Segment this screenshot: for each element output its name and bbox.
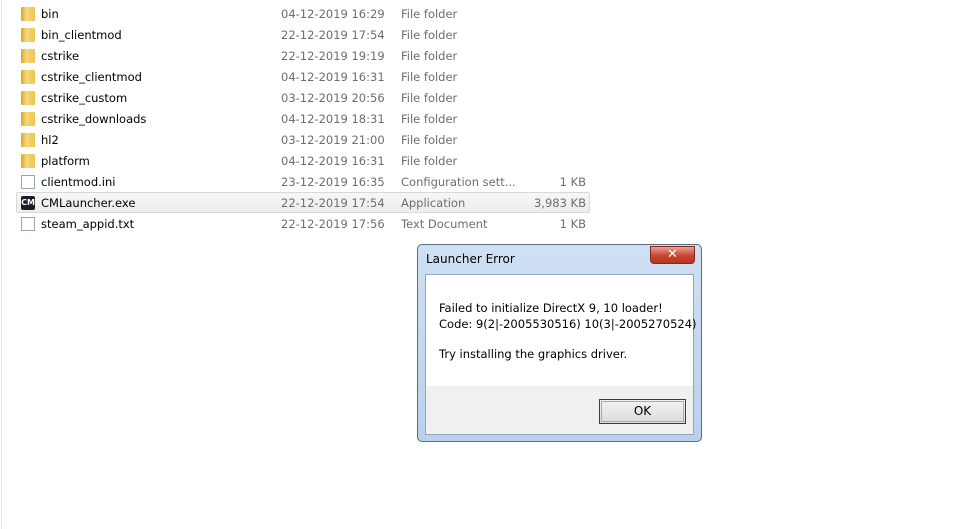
folder-icon bbox=[21, 154, 35, 168]
file-date: 03-12-2019 21:00 bbox=[281, 133, 385, 147]
file-type: File folder bbox=[401, 154, 458, 168]
file-date: 22-12-2019 17:54 bbox=[281, 28, 385, 42]
file-date: 22-12-2019 19:19 bbox=[281, 49, 385, 63]
file-name: hl2 bbox=[41, 133, 59, 147]
file-type: Text Document bbox=[401, 217, 488, 231]
file-name: bin_clientmod bbox=[41, 28, 122, 42]
file-name: cstrike bbox=[41, 49, 80, 63]
file-name: bin bbox=[41, 7, 59, 21]
file-date: 04-12-2019 16:31 bbox=[281, 70, 385, 84]
dialog-title: Launcher Error bbox=[426, 252, 515, 266]
message-area: Failed to initialize DirectX 9, 10 loade… bbox=[426, 275, 697, 386]
file-row[interactable]: cstrike_custom 03-12-2019 20:56 File folde… bbox=[16, 87, 590, 108]
folder-icon bbox=[21, 112, 35, 126]
error-message: Failed to initialize DirectX 9, 10 loade… bbox=[439, 301, 663, 315]
folder-icon bbox=[21, 7, 35, 21]
text-file-icon bbox=[21, 217, 35, 231]
file-name: cstrike_clientmod bbox=[41, 70, 142, 84]
error-hint: Try installing the graphics driver. bbox=[439, 347, 628, 361]
file-size: 1 KB bbox=[559, 175, 586, 189]
folder-icon bbox=[21, 91, 35, 105]
folder-icon bbox=[21, 49, 35, 63]
file-name: cstrike_downloads bbox=[41, 112, 147, 126]
file-row[interactable]: hl2 03-12-2019 21:00 File folder bbox=[16, 129, 590, 150]
file-type: Application bbox=[401, 196, 466, 210]
file-row[interactable]: cstrike_clientmod 04-12-2019 16:31 File fo… bbox=[16, 66, 590, 87]
error-code: Code: 9(2|-2005530516) 10(3|-2005270524) bbox=[439, 317, 697, 331]
file-row[interactable]: cstrike 22-12-2019 19:19 File folder bbox=[16, 45, 590, 66]
file-date: 04-12-2019 16:31 bbox=[281, 154, 385, 168]
file-type: File folder bbox=[401, 70, 458, 84]
file-type: File folder bbox=[401, 28, 458, 42]
file-row[interactable]: cstrike_downloads 04-12-2019 18:31 File fo… bbox=[16, 108, 590, 129]
pane-border bbox=[1, 0, 2, 529]
file-date: 23-12-2019 16:35 bbox=[281, 175, 385, 189]
file-name: platform bbox=[41, 154, 90, 168]
file-row[interactable]: CM CMLauncher.exe 22-12-2019 17:54 Applicat… bbox=[16, 192, 590, 213]
ok-button[interactable]: OK bbox=[599, 399, 686, 424]
file-type: File folder bbox=[401, 7, 458, 21]
file-date: 22-12-2019 17:54 bbox=[281, 196, 385, 210]
folder-icon bbox=[21, 28, 35, 42]
file-date: 03-12-2019 20:56 bbox=[281, 91, 385, 105]
file-size: 3,983 KB bbox=[533, 196, 586, 210]
file-type: File folder bbox=[401, 91, 458, 105]
file-type: File folder bbox=[401, 49, 458, 63]
file-name: CMLauncher.exe bbox=[41, 196, 136, 210]
folder-icon bbox=[21, 133, 35, 147]
file-name: steam_appid.txt bbox=[41, 217, 135, 231]
file-type: Configuration sett... bbox=[401, 175, 516, 189]
folder-icon bbox=[21, 70, 35, 84]
dialog-body: Failed to initialize DirectX 9, 10 loade… bbox=[425, 274, 697, 435]
close-button[interactable]: ✕ bbox=[650, 246, 695, 264]
config-file-icon bbox=[21, 175, 35, 189]
cm-app-icon: CM bbox=[21, 196, 35, 210]
file-row[interactable]: platform 04-12-2019 16:31 File folder bbox=[16, 150, 590, 171]
file-name: clientmod.ini bbox=[41, 175, 116, 189]
file-row[interactable]: steam_appid.txt 22-12-2019 17:56 Text Docu… bbox=[16, 213, 590, 234]
file-row[interactable]: bin_clientmod 22-12-2019 17:54 File folder bbox=[16, 24, 590, 45]
file-name: cstrike_custom bbox=[41, 91, 128, 105]
file-row[interactable]: clientmod.ini 23-12-2019 16:35 Configurati… bbox=[16, 171, 590, 192]
file-date: 04-12-2019 16:29 bbox=[281, 7, 385, 21]
file-date: 22-12-2019 17:56 bbox=[281, 217, 385, 231]
file-type: File folder bbox=[401, 133, 458, 147]
error-dialog: Launcher Error ✕ Failed to initialize Di… bbox=[417, 244, 702, 442]
file-date: 04-12-2019 18:31 bbox=[281, 112, 385, 126]
file-type: File folder bbox=[401, 112, 458, 126]
file-row[interactable]: bin 04-12-2019 16:29 File folder bbox=[16, 3, 590, 24]
file-size: 1 KB bbox=[559, 217, 586, 231]
